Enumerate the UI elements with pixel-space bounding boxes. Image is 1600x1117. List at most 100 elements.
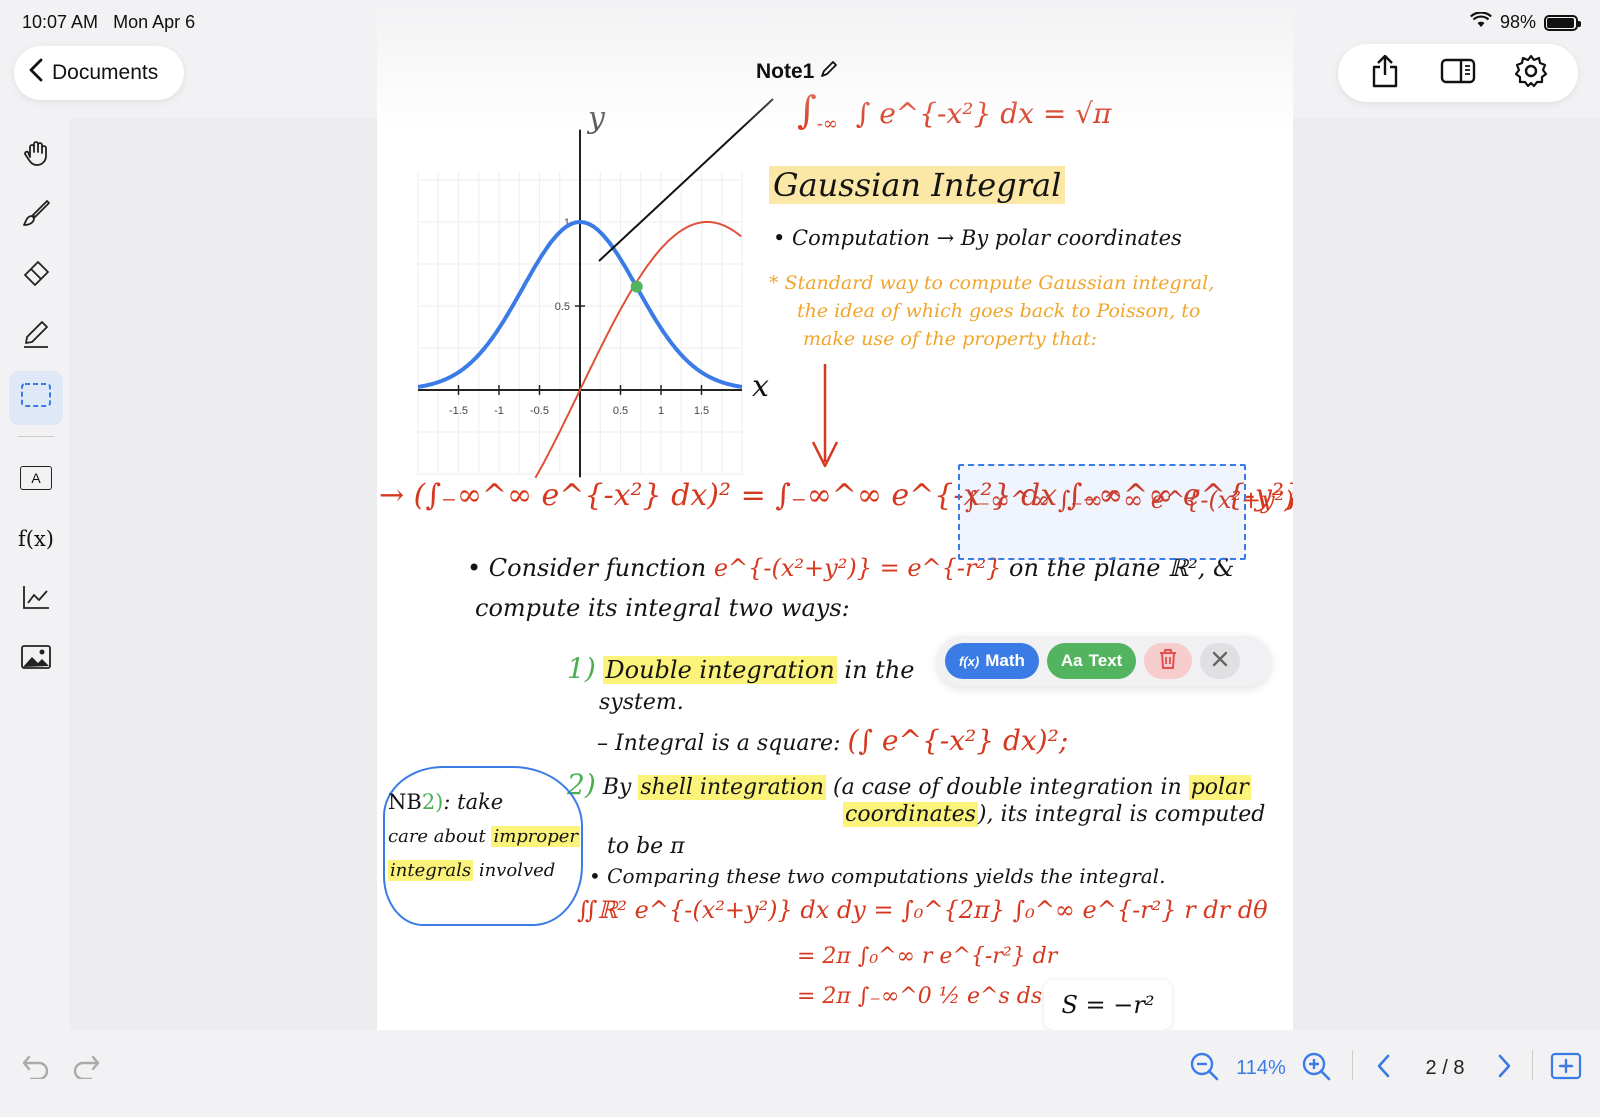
canvas-margin-left bbox=[70, 118, 377, 1030]
next-page-button[interactable] bbox=[1484, 1048, 1524, 1088]
lasso-select-tool[interactable] bbox=[9, 371, 63, 425]
note-line-1: * Standard way to compute Gaussian integ… bbox=[769, 272, 1215, 294]
undo-icon bbox=[21, 1053, 51, 1084]
brush-tool[interactable] bbox=[9, 189, 63, 243]
zoom-out-icon bbox=[1189, 1051, 1219, 1086]
x-tick-label: -0.5 bbox=[530, 405, 549, 417]
canvas-margin-right bbox=[1293, 118, 1600, 1030]
wifi-icon bbox=[1470, 11, 1492, 33]
step-2-line-2: coordinates), its integral is computed bbox=[843, 802, 1266, 827]
close-icon bbox=[1212, 651, 1228, 672]
bottom-divider-2 bbox=[1532, 1050, 1533, 1080]
top-formula: ∫-∞ ∫ e^{-x²} dx = √π bbox=[797, 88, 1112, 135]
x-axis-label: x bbox=[752, 369, 769, 404]
ink-down-arrow bbox=[811, 364, 839, 468]
textbox-icon: A bbox=[20, 466, 52, 490]
previous-page-button[interactable] bbox=[1364, 1048, 1404, 1088]
zoom-in-icon bbox=[1301, 1051, 1331, 1086]
highlighter-tool[interactable] bbox=[9, 310, 63, 364]
sidebar-toggle-button[interactable] bbox=[1436, 51, 1480, 95]
back-to-documents-button[interactable]: Documents bbox=[14, 46, 184, 100]
undo-button[interactable] bbox=[16, 1048, 56, 1088]
add-page-button[interactable] bbox=[1544, 1048, 1588, 1088]
note-line-2: the idea of which goes back to Poisson, … bbox=[797, 300, 1201, 322]
y-tick-label: 0.5 bbox=[555, 301, 570, 313]
back-label: Documents bbox=[52, 61, 159, 84]
text-box-tool[interactable]: A bbox=[9, 451, 63, 505]
document-title[interactable]: Note1 bbox=[756, 60, 838, 84]
tool-palette: A f(x) bbox=[0, 118, 70, 1030]
top-actions bbox=[1338, 44, 1578, 102]
x-tick-label: 1.5 bbox=[694, 405, 709, 417]
share-button[interactable] bbox=[1363, 51, 1407, 95]
sidebar-icon bbox=[1440, 58, 1476, 89]
step-1-line-3: – Integral is a square: (∫ e^{-x²} dx)²; bbox=[597, 724, 1069, 757]
text-icon: Aa bbox=[1060, 651, 1083, 670]
final-eq-1: ∬ℝ² e^{-(x²+y²)} dx dy = ∫₀^{2π} ∫₀^∞ e^… bbox=[577, 896, 1268, 924]
chevron-left-icon bbox=[1376, 1054, 1392, 1083]
status-right: 98% bbox=[1470, 11, 1581, 33]
trash-icon bbox=[1158, 648, 1178, 675]
share-icon bbox=[1370, 54, 1400, 93]
line-chart-icon bbox=[21, 583, 51, 617]
battery-percent: 98% bbox=[1499, 12, 1536, 32]
step-2-line-3: to be π bbox=[607, 834, 685, 859]
hand-tool[interactable] bbox=[9, 128, 63, 182]
function-icon: f(x) bbox=[17, 527, 54, 551]
function-tool[interactable]: f(x) bbox=[9, 512, 63, 566]
selection-box[interactable] bbox=[958, 464, 1246, 560]
zoom-level[interactable]: 114% bbox=[1228, 1048, 1294, 1088]
zoom-in-button[interactable] bbox=[1296, 1048, 1336, 1088]
final-eq-3: = 2π ∫₋∞^0 ½ e^s ds bbox=[797, 984, 1043, 1009]
status-time: 10:07 AM Mon Apr 6 bbox=[22, 12, 196, 32]
pencil-icon bbox=[21, 319, 51, 355]
eraser-icon bbox=[21, 259, 51, 295]
final-eq-2: = 2π ∫₀^∞ r e^{-r²} dr bbox=[797, 944, 1058, 969]
x-tick-label: 1 bbox=[658, 405, 664, 417]
note-line-3: make use of the property that: bbox=[803, 328, 1097, 350]
image-icon bbox=[20, 644, 52, 676]
add-page-icon bbox=[1550, 1052, 1582, 1085]
hand-icon bbox=[21, 137, 51, 173]
pencil-edit-icon bbox=[820, 60, 838, 84]
brush-icon bbox=[21, 198, 51, 234]
nb-line-1: NB2): take bbox=[388, 790, 504, 814]
math-formula-box[interactable]: S = −r² bbox=[1044, 980, 1172, 1030]
graph-tool[interactable] bbox=[9, 573, 63, 627]
close-popup-button[interactable] bbox=[1200, 643, 1241, 679]
x-tick-label: 0.5 bbox=[613, 405, 628, 417]
heading: Gaussian Integral bbox=[769, 166, 1066, 204]
function-icon: f(x) bbox=[959, 653, 980, 669]
zoom-out-button[interactable] bbox=[1184, 1048, 1224, 1088]
redo-icon bbox=[71, 1053, 101, 1084]
convert-to-math-button[interactable]: f(x) Math bbox=[945, 643, 1039, 679]
redo-button[interactable] bbox=[66, 1048, 106, 1088]
x-tick-label: -1.5 bbox=[449, 405, 468, 417]
settings-button[interactable] bbox=[1509, 51, 1553, 95]
image-tool[interactable] bbox=[9, 633, 63, 687]
intersection-point bbox=[630, 280, 643, 293]
comparison-line: • Comparing these two computations yield… bbox=[589, 864, 1166, 888]
consider-line-2: compute its integral two ways: bbox=[475, 594, 850, 622]
gear-icon bbox=[1514, 54, 1548, 93]
bottom-divider bbox=[1352, 1050, 1353, 1080]
step-2: 2) By shell integration (a case of doubl… bbox=[567, 768, 1251, 801]
step-1-line-2: system. bbox=[599, 690, 684, 715]
convert-to-text-button[interactable]: Aa Text bbox=[1046, 643, 1137, 679]
toolbar-divider bbox=[18, 436, 54, 437]
chevron-right-icon bbox=[1496, 1054, 1512, 1083]
delete-button[interactable] bbox=[1144, 643, 1193, 679]
nb-line-2: care about improper bbox=[388, 826, 581, 847]
battery-icon bbox=[1544, 14, 1581, 31]
x-tick-label: -1 bbox=[494, 405, 504, 417]
step-1: 1) Double integration in the bbox=[567, 652, 915, 685]
chevron-left-icon bbox=[28, 58, 44, 88]
bottom-bar: 114% 2 / 8 bbox=[0, 1030, 1600, 1117]
nb-line-3: integrals involved bbox=[388, 860, 556, 881]
dashed-select-icon bbox=[20, 382, 52, 414]
page-indicator[interactable]: 2 / 8 bbox=[1410, 1048, 1480, 1088]
eraser-tool[interactable] bbox=[9, 250, 63, 304]
ink-stroke-arrow bbox=[598, 98, 774, 262]
computation-line: • Computation → By polar coordinates bbox=[773, 226, 1182, 250]
selection-popup-menu: f(x) Math Aa Text bbox=[937, 636, 1271, 686]
